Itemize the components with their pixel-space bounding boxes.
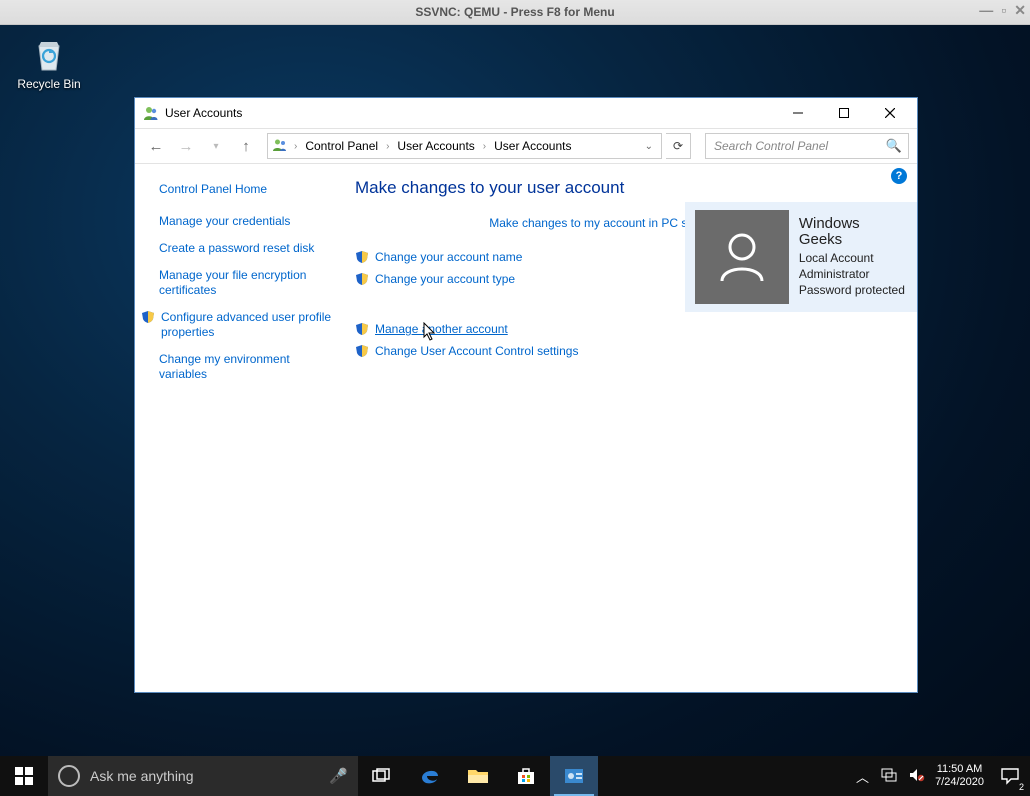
sidebar-item-label: Create a password reset disk — [159, 241, 335, 256]
search-icon[interactable]: 🔍 — [886, 138, 902, 154]
sidebar-item-credentials[interactable]: Manage your credentials — [159, 214, 335, 229]
chevron-right-icon[interactable]: › — [384, 141, 391, 152]
sidebar-item-encryption[interactable]: Manage your file encryption certificates — [159, 268, 335, 298]
task-view-button[interactable] — [358, 756, 406, 796]
chevron-right-icon[interactable]: › — [481, 141, 488, 152]
crumb-1[interactable]: User Accounts — [395, 139, 476, 153]
crumb-0[interactable]: Control Panel — [303, 139, 380, 153]
host-minimize[interactable]: — — [979, 2, 993, 19]
recycle-bin[interactable]: Recycle Bin — [14, 33, 84, 91]
sidebar: Control Panel Home Manage your credentia… — [135, 172, 345, 692]
date: 7/24/2020 — [935, 776, 984, 789]
crumb-2[interactable]: User Accounts — [492, 139, 573, 153]
address-bar: ← → ▾ ↑ › Control Panel › — [135, 128, 917, 164]
system-tray: ︿ 11:50 AM 7/24/2020 — [848, 763, 990, 789]
cp-titlebar[interactable]: User Accounts — [135, 98, 917, 128]
sidebar-item-profile-properties[interactable]: Configure advanced user profile properti… — [159, 310, 335, 340]
store-icon[interactable] — [502, 756, 550, 796]
main-content: Make changes to your user account Make c… — [345, 172, 917, 692]
cp-icon — [272, 137, 288, 156]
back-button[interactable]: ← — [143, 133, 169, 159]
sidebar-item-label: Manage your credentials — [159, 214, 335, 229]
up-button[interactable]: ↑ — [233, 133, 259, 159]
link-label: Change User Account Control settings — [375, 344, 578, 358]
chevron-right-icon[interactable]: › — [292, 141, 299, 152]
link-label: Manage another account — [375, 322, 508, 336]
user-line-1: Administrator — [799, 266, 907, 282]
tray-chevron-icon[interactable]: ︿ — [854, 767, 871, 786]
host-titlebar: SSVNC: QEMU - Press F8 for Menu — ▫ ✕ — [0, 0, 1030, 25]
start-button[interactable] — [0, 756, 48, 796]
recycle-bin-label: Recycle Bin — [14, 77, 84, 91]
shield-icon — [355, 272, 369, 286]
shield-icon — [355, 322, 369, 336]
manage-another-account-link[interactable]: Manage another account — [355, 322, 897, 336]
host-title: SSVNC: QEMU - Press F8 for Menu — [415, 5, 614, 19]
breadcrumb[interactable]: › Control Panel › User Accounts › User A… — [267, 133, 662, 159]
link-label: Change your account name — [375, 250, 522, 264]
cortana-icon — [58, 765, 80, 787]
maximize-button[interactable] — [821, 99, 867, 127]
change-uac-settings-link[interactable]: Change User Account Control settings — [355, 344, 897, 358]
recent-button[interactable]: ▾ — [203, 133, 229, 159]
taskbar: Ask me anything 🎤 ︿ — [0, 756, 1030, 796]
link-label: Change your account type — [375, 272, 515, 286]
user-card: Windows Geeks Local Account Administrato… — [685, 202, 917, 312]
refresh-button[interactable]: ⟳ — [666, 133, 691, 159]
sidebar-item-env-vars[interactable]: Change my environment variables — [159, 352, 335, 382]
recycle-bin-icon — [28, 33, 70, 75]
notification-count: 2 — [1019, 782, 1024, 792]
clock[interactable]: 11:50 AM 7/24/2020 — [935, 763, 984, 789]
shield-icon — [355, 344, 369, 358]
sidebar-item-label: Change my environment variables — [159, 352, 335, 382]
microphone-icon[interactable]: 🎤 — [329, 767, 348, 785]
user-accounts-icon — [143, 105, 159, 121]
close-button[interactable] — [867, 99, 913, 127]
address-dropdown[interactable]: ⌄ — [641, 141, 657, 152]
desktop[interactable]: Recycle Bin User Accounts — [0, 25, 1030, 796]
sidebar-item-label: Configure advanced user profile properti… — [161, 310, 335, 340]
minimize-button[interactable] — [775, 99, 821, 127]
volume-icon[interactable] — [907, 768, 927, 785]
file-explorer-icon[interactable] — [454, 756, 502, 796]
shield-icon — [355, 250, 369, 264]
time: 11:50 AM — [935, 763, 984, 776]
control-panel-taskbar-icon[interactable] — [550, 756, 598, 796]
control-panel-window: User Accounts ← → ▾ ↑ — [134, 97, 918, 693]
host-maximize[interactable]: ▫ — [1001, 2, 1006, 19]
shield-icon — [141, 310, 155, 324]
page-heading: Make changes to your user account — [355, 178, 897, 198]
taskbar-search[interactable]: Ask me anything 🎤 — [48, 756, 358, 796]
taskbar-search-placeholder: Ask me anything — [90, 768, 319, 784]
avatar — [695, 210, 789, 304]
user-line-0: Local Account — [799, 250, 907, 266]
user-name: Windows Geeks — [799, 216, 907, 248]
control-panel-home-link[interactable]: Control Panel Home — [159, 182, 335, 196]
forward-button[interactable]: → — [173, 133, 199, 159]
host-close[interactable]: ✕ — [1014, 2, 1026, 19]
user-line-2: Password protected — [799, 282, 907, 298]
sidebar-item-label: Manage your file encryption certificates — [159, 268, 335, 298]
sidebar-item-password-reset[interactable]: Create a password reset disk — [159, 241, 335, 256]
action-center-icon[interactable]: 2 — [990, 756, 1030, 796]
edge-icon[interactable] — [406, 756, 454, 796]
cp-title: User Accounts — [165, 106, 242, 120]
network-icon[interactable] — [879, 768, 899, 785]
search-box[interactable]: 🔍 — [705, 133, 909, 159]
search-input[interactable] — [712, 138, 886, 154]
